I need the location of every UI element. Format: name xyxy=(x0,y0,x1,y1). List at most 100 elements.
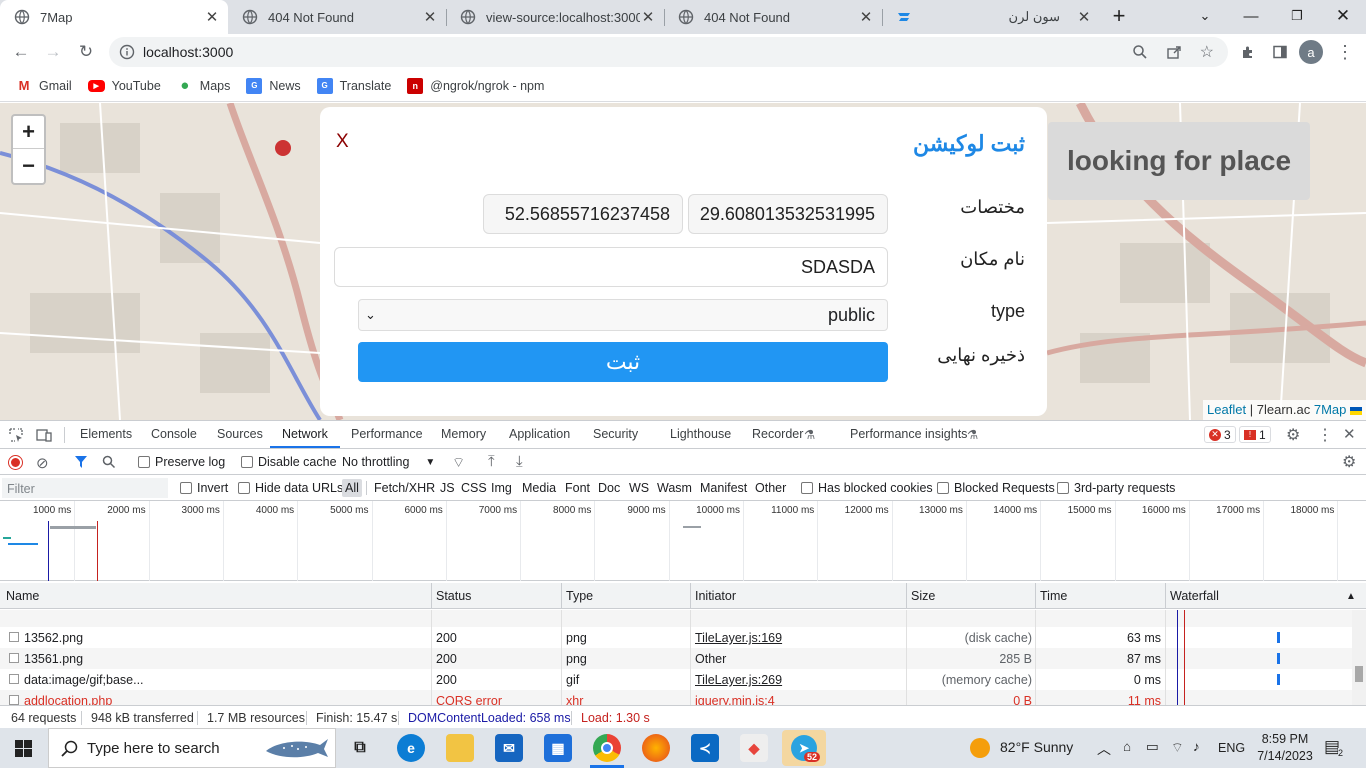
tab-7learn[interactable]: سون لرن ✕ xyxy=(882,0,1100,34)
zoom-icon[interactable] xyxy=(1132,44,1148,60)
type-filter-img[interactable]: Img xyxy=(491,481,512,495)
tab-view-source[interactable]: view-source:localhost:3000 ✕ xyxy=(446,0,664,34)
network-settings-icon[interactable]: ⚙ xyxy=(1342,452,1356,472)
close-tab-icon[interactable]: ✕ xyxy=(640,8,656,26)
request-initiator[interactable]: Other xyxy=(695,652,726,666)
profile-avatar[interactable]: a xyxy=(1299,40,1323,64)
show-hidden-icons-chevron-icon[interactable]: ︿ xyxy=(1097,739,1111,759)
request-initiator[interactable]: jquery.min.js:4 xyxy=(695,694,775,705)
back-button[interactable]: ← xyxy=(8,39,34,65)
col-name[interactable]: Name xyxy=(6,589,39,603)
bookmark-gmail[interactable]: M Gmail xyxy=(16,77,72,94)
issues-badge[interactable]: ! 1 xyxy=(1239,426,1271,443)
table-row[interactable]: data:image/gif;base... 200 gif TileLayer.js… xyxy=(0,669,1352,690)
type-filter-font[interactable]: Font xyxy=(565,481,590,495)
table-row-partial[interactable] xyxy=(0,610,1352,627)
bookmark-maps[interactable]: ● Maps xyxy=(177,77,230,94)
place-name-input[interactable]: SDASDA xyxy=(334,247,888,287)
tab-404[interactable]: 404 Not Found ✕ xyxy=(228,0,446,34)
close-window-button[interactable]: ✕ xyxy=(1320,0,1366,32)
bookmark-star-icon[interactable]: ☆ xyxy=(1200,42,1214,62)
tab-404-b[interactable]: 404 Not Found ✕ xyxy=(664,0,882,34)
minimize-button[interactable]: — xyxy=(1228,0,1274,32)
col-type[interactable]: Type xyxy=(566,589,593,603)
submit-button[interactable]: ثبت xyxy=(358,342,888,382)
tab-network[interactable]: Network xyxy=(282,427,328,441)
preserve-log-checkbox[interactable]: Preserve log xyxy=(138,455,225,469)
col-size[interactable]: Size xyxy=(911,589,935,603)
errors-badge[interactable]: ✕ 3 xyxy=(1204,426,1236,443)
vscode-icon[interactable]: ≺ xyxy=(691,734,719,762)
chrome-icon[interactable] xyxy=(593,734,621,762)
close-tab-icon[interactable]: ✕ xyxy=(1076,8,1092,26)
filter-input[interactable]: Filter xyxy=(2,478,168,498)
file-explorer-icon[interactable] xyxy=(446,734,474,762)
reload-button[interactable]: ↻ xyxy=(73,39,99,65)
col-time[interactable]: Time xyxy=(1040,589,1067,603)
taskbar-search[interactable]: Type here to search xyxy=(48,728,336,768)
bookmark-translate[interactable]: G Translate xyxy=(316,77,391,94)
timeline-overview[interactable]: 1000 ms 2000 ms 3000 ms 4000 ms 5000 ms 6000 … xyxy=(0,501,1366,581)
type-filter-js[interactable]: JS xyxy=(440,481,455,495)
weather-text[interactable]: 82°F Sunny xyxy=(1000,739,1073,755)
close-tab-icon[interactable]: ✕ xyxy=(858,8,874,26)
volume-icon[interactable]: ♪ xyxy=(1193,739,1200,754)
mail-icon[interactable]: ✉ xyxy=(495,734,523,762)
device-toolbar-icon[interactable] xyxy=(36,427,52,443)
type-filter-manifest[interactable]: Manifest xyxy=(700,481,747,495)
wifi-icon[interactable]: ⌔ xyxy=(1171,739,1184,756)
settings-gear-icon[interactable]: ⚙ xyxy=(1286,425,1300,445)
tab-application[interactable]: Application xyxy=(509,427,570,441)
table-row[interactable]: addlocation.php CORS error xhr jquery.min.j… xyxy=(0,690,1352,705)
edge-icon[interactable]: e xyxy=(397,734,425,762)
type-filter-all[interactable]: All xyxy=(342,479,362,497)
tab-7map[interactable]: 7Map ✕ xyxy=(0,0,228,34)
lat-input[interactable]: 29.608013532531995 xyxy=(688,194,888,234)
restore-button[interactable]: ❐ xyxy=(1274,0,1320,32)
type-filter-doc[interactable]: Doc xyxy=(598,481,620,495)
looking-for-place-box[interactable]: looking for place xyxy=(1048,122,1310,200)
tab-lighthouse[interactable]: Lighthouse xyxy=(670,427,731,441)
search-icon[interactable] xyxy=(102,455,116,469)
bookmark-ngrok[interactable]: n @ngrok/ngrok - npm xyxy=(407,77,544,94)
telegram-app-tile[interactable]: ➤ 52 xyxy=(782,730,826,766)
tab-performance[interactable]: Performance xyxy=(351,427,423,441)
clock-date[interactable]: 7/14/2023 xyxy=(1256,749,1314,763)
task-view-icon[interactable]: ⧉ xyxy=(346,734,374,762)
firefox-icon[interactable] xyxy=(642,734,670,762)
third-party-checkbox[interactable]: 3rd-party requests xyxy=(1057,481,1175,495)
table-row[interactable]: 13562.png 200 png TileLayer.js:169 (disk cac… xyxy=(0,627,1352,648)
tab-security[interactable]: Security xyxy=(593,427,638,441)
col-status[interactable]: Status xyxy=(436,589,471,603)
store-icon[interactable]: ▦ xyxy=(544,734,572,762)
tab-memory[interactable]: Memory xyxy=(441,427,486,441)
tab-sources[interactable]: Sources xyxy=(217,427,263,441)
tab-recorder[interactable]: Recorder xyxy=(752,427,803,441)
blocked-cookies-checkbox[interactable]: Has blocked cookies xyxy=(801,481,933,495)
request-initiator[interactable]: TileLayer.js:269 xyxy=(695,673,782,687)
more-kebab-icon[interactable]: ⋮ xyxy=(1317,425,1333,445)
table-row[interactable]: 13561.png 200 png Other 285 B 87 ms xyxy=(0,648,1352,669)
git-icon[interactable]: ◆ xyxy=(740,734,768,762)
record-icon[interactable] xyxy=(9,456,22,469)
type-filter-fetch[interactable]: Fetch/XHR xyxy=(374,481,435,495)
type-filter-wasm[interactable]: Wasm xyxy=(657,481,692,495)
clock-time[interactable]: 8:59 PM xyxy=(1261,732,1309,746)
forward-button[interactable]: → xyxy=(40,39,66,65)
7map-link[interactable]: 7Map xyxy=(1314,402,1347,417)
close-tab-icon[interactable]: ✕ xyxy=(422,8,438,26)
scrollbar-thumb[interactable] xyxy=(1355,666,1363,682)
hide-data-urls-checkbox[interactable]: Hide data URLs xyxy=(238,481,343,495)
address-bar[interactable]: localhost:3000 ☆ xyxy=(109,37,1228,67)
table-scrollbar[interactable] xyxy=(1352,610,1366,705)
type-filter-other[interactable]: Other xyxy=(755,481,786,495)
export-har-icon[interactable]: ⤓ xyxy=(516,453,523,470)
disable-cache-checkbox[interactable]: Disable cache xyxy=(241,455,337,469)
tab-search-button[interactable]: ⌄ xyxy=(1182,0,1228,32)
bookmark-news[interactable]: G News xyxy=(246,77,301,94)
extensions-icon[interactable] xyxy=(1235,39,1261,65)
tab-performance-insights[interactable]: Performance insights xyxy=(850,427,967,441)
request-initiator[interactable]: TileLayer.js:169 xyxy=(695,631,782,645)
sun-weather-icon[interactable] xyxy=(970,738,990,758)
bookmark-youtube[interactable]: ▶ YouTube xyxy=(87,79,161,93)
